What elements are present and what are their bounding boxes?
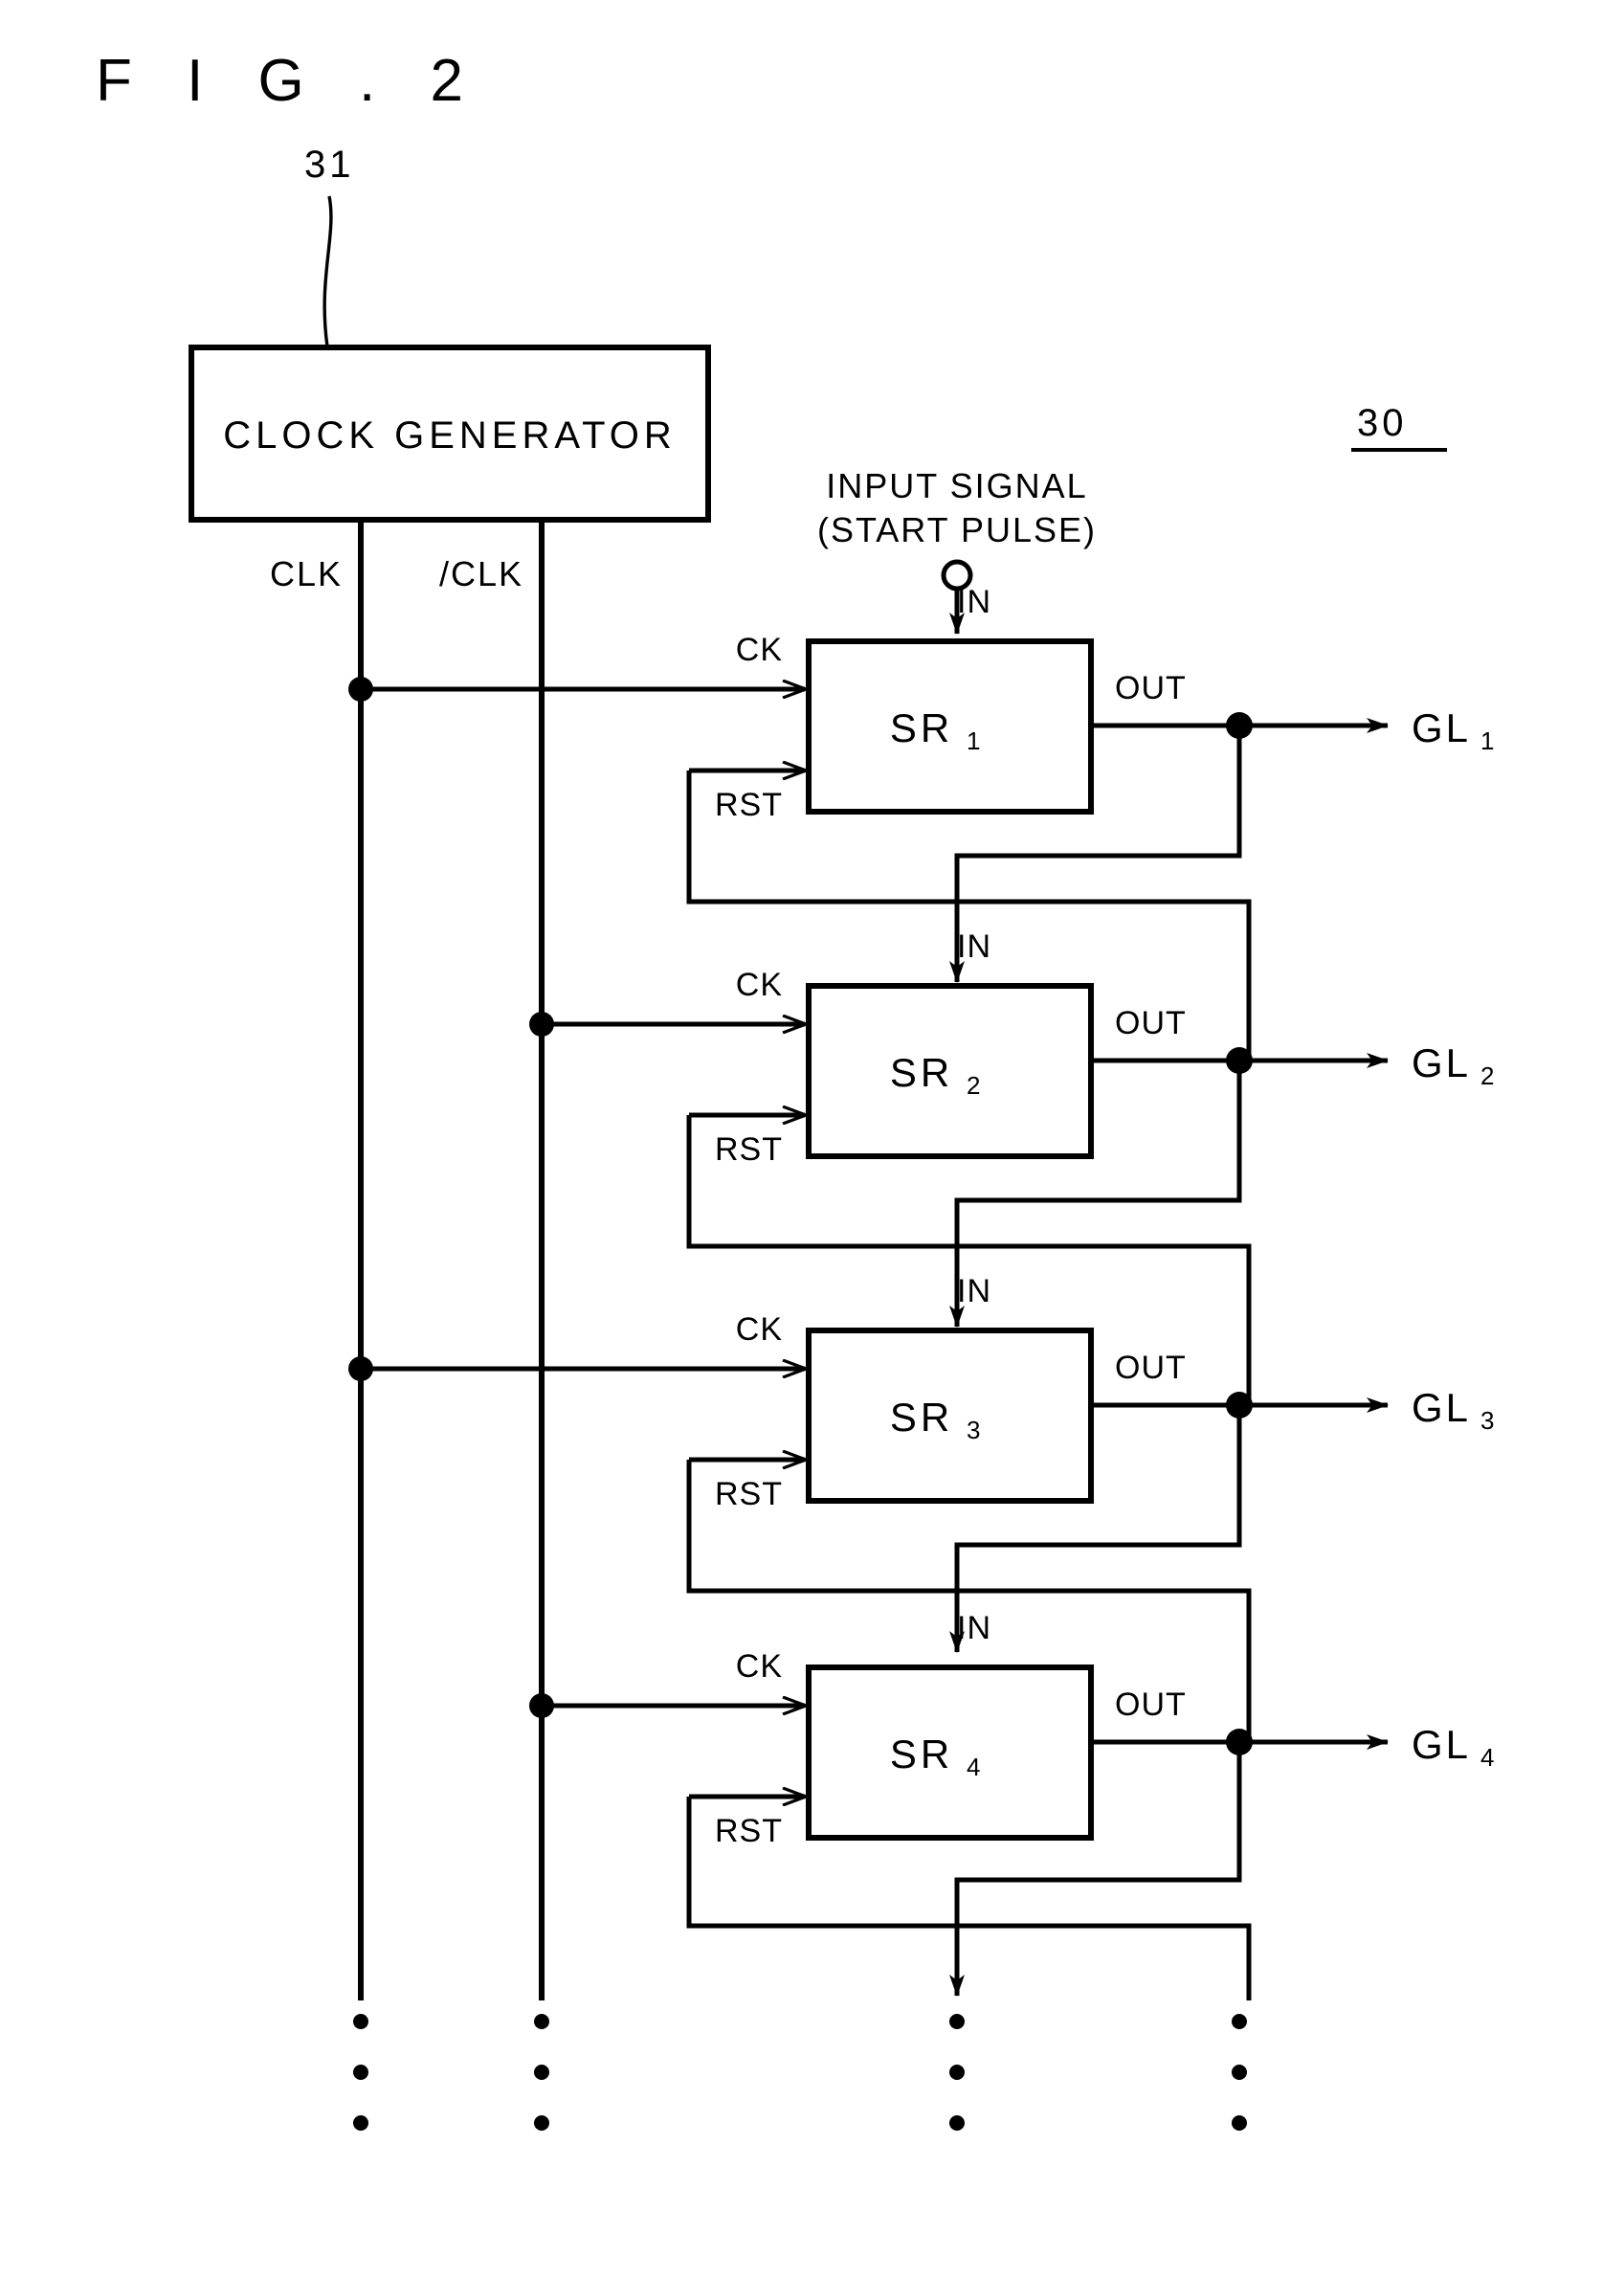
shift-register-stage-1: SR 1 IN CK RST OUT GL 1 bbox=[348, 584, 1494, 1061]
sr4-index: 4 bbox=[967, 1753, 980, 1781]
sr3-in-pin-label: IN bbox=[957, 1273, 991, 1309]
ellipsis-dot bbox=[1232, 2115, 1247, 2131]
sr3-out-to-sr4-in-wire bbox=[949, 1405, 1242, 1653]
sr3-label: SR bbox=[890, 1395, 953, 1440]
sr2-ck-pin-label: CK bbox=[736, 967, 783, 1003]
ellipsis-dot bbox=[949, 2014, 965, 2029]
shift-register-stage-4: SR 4 IN CK RST OUT GL 4 bbox=[529, 1610, 1494, 2000]
ellipsis-dot bbox=[353, 2014, 368, 2029]
clock-generator-label: CLOCK GENERATOR bbox=[223, 414, 677, 457]
gate-line-4-index: 4 bbox=[1480, 1743, 1494, 1772]
clk-bar-bus-label: /CLK bbox=[439, 554, 523, 593]
ellipsis-dot bbox=[534, 2065, 549, 2080]
sr4-ck-pin-label: CK bbox=[736, 1648, 783, 1685]
reference-numeral-30: 30 bbox=[1357, 402, 1408, 444]
gate-line-1-index: 1 bbox=[1480, 726, 1494, 755]
block-diagram: F I G . 2 31 CLOCK GENERATOR CLK /CLK IN… bbox=[96, 48, 1494, 2131]
gate-line-2-index: 2 bbox=[1480, 1061, 1494, 1090]
sr1-out-to-sr2-in-wire bbox=[949, 726, 1242, 983]
ellipsis-dot bbox=[949, 2065, 965, 2080]
ellipsis-dot bbox=[1232, 2014, 1247, 2029]
sr1-out-pin-label: OUT bbox=[1115, 670, 1187, 706]
input-signal-label-line2: (START PULSE) bbox=[817, 510, 1097, 549]
sr4-out-pin-label: OUT bbox=[1115, 1687, 1187, 1723]
sr4-in-pin-label: IN bbox=[957, 1610, 991, 1646]
gate-line-1-label: GL bbox=[1412, 705, 1471, 750]
clk-bus-label: CLK bbox=[270, 554, 343, 593]
sr2-index: 2 bbox=[967, 1071, 980, 1100]
ellipsis-dot bbox=[534, 2115, 549, 2131]
sr3-rst-pin-label: RST bbox=[715, 1476, 783, 1512]
sr4-out-to-next-in-wire bbox=[949, 1742, 1242, 1997]
sr1-index: 1 bbox=[967, 726, 980, 755]
ellipsis-dot bbox=[949, 2115, 965, 2131]
sr2-in-pin-label: IN bbox=[957, 928, 991, 965]
sr3-index: 3 bbox=[967, 1416, 980, 1444]
ellipsis-dot bbox=[1232, 2065, 1247, 2080]
sr4-label: SR bbox=[890, 1732, 953, 1776]
sr2-out-to-sr3-in-wire bbox=[949, 1061, 1242, 1328]
figure-canvas: F I G . 2 31 CLOCK GENERATOR CLK /CLK IN… bbox=[0, 0, 1624, 2279]
sr1-rst-pin-label: RST bbox=[715, 787, 783, 823]
gate-line-4-label: GL bbox=[1412, 1722, 1471, 1767]
sr1-in-pin-label: IN bbox=[957, 584, 991, 620]
sr2-rst-pin-label: RST bbox=[715, 1131, 783, 1168]
sr1-label: SR bbox=[890, 705, 953, 750]
sr2-out-pin-label: OUT bbox=[1115, 1005, 1187, 1041]
gate-line-2-label: GL bbox=[1412, 1040, 1471, 1085]
ellipsis-dot bbox=[353, 2115, 368, 2131]
sr4-rst-pin-label: RST bbox=[715, 1813, 783, 1849]
page-title: F I G . 2 bbox=[96, 48, 482, 114]
sr2-label: SR bbox=[890, 1050, 953, 1095]
sr1-ck-pin-label: CK bbox=[736, 632, 783, 668]
ellipsis-dot bbox=[353, 2065, 368, 2080]
reference-numeral-31: 31 bbox=[304, 144, 355, 186]
continuation-ellipsis bbox=[353, 2014, 1247, 2131]
sr3-ck-pin-label: CK bbox=[736, 1311, 783, 1348]
gate-line-3-label: GL bbox=[1412, 1385, 1471, 1430]
gate-line-3-index: 3 bbox=[1480, 1406, 1494, 1435]
leader-line-31 bbox=[323, 195, 333, 347]
ellipsis-dot bbox=[534, 2014, 549, 2029]
sr3-out-pin-label: OUT bbox=[1115, 1350, 1187, 1386]
shift-register-stage-3: SR 3 IN CK RST OUT GL 3 bbox=[348, 1273, 1494, 1742]
shift-register-stage-2: SR 2 IN CK RST OUT GL 2 bbox=[529, 928, 1494, 1405]
input-signal-label-line1: INPUT SIGNAL bbox=[826, 466, 1087, 505]
